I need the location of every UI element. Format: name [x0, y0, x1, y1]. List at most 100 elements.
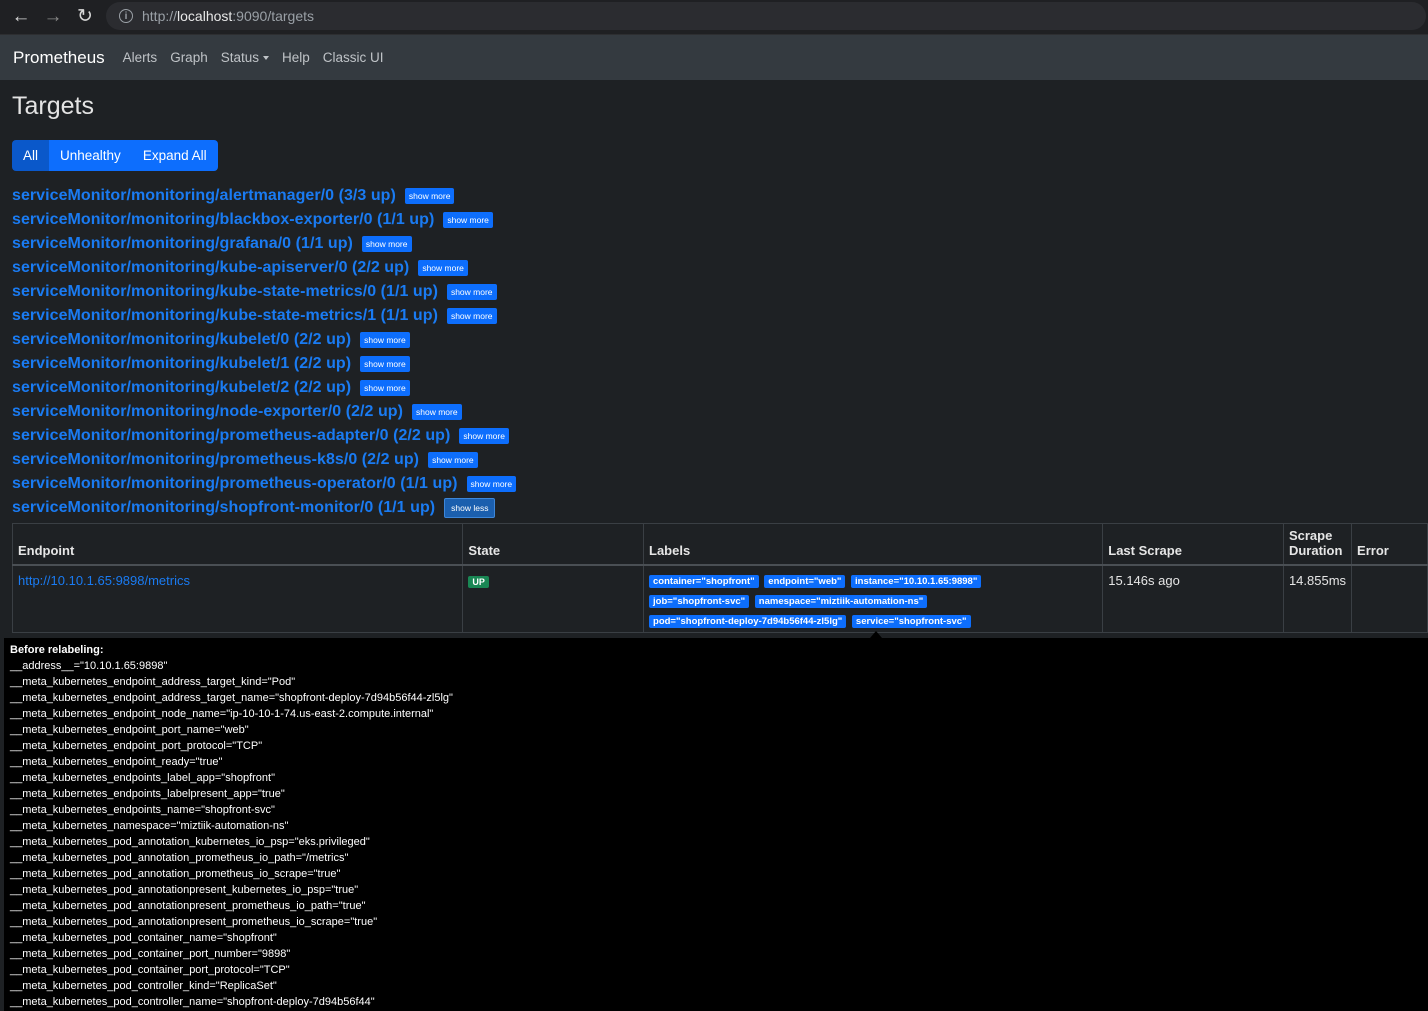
nav-classic-ui[interactable]: Classic UI: [323, 50, 384, 65]
show-more-button[interactable]: show more: [418, 260, 468, 276]
tooltip-line: __meta_kubernetes_pod_controller_name="s…: [10, 996, 375, 1008]
pool-row: serviceMonitor/monitoring/kube-apiserver…: [12, 256, 516, 280]
header-state: State: [462, 523, 645, 566]
show-more-button[interactable]: show more: [443, 212, 493, 228]
tooltip-line: __meta_kubernetes_pod_annotation_prometh…: [10, 852, 349, 864]
pool-row: serviceMonitor/monitoring/alertmanager/0…: [12, 184, 516, 208]
nav-graph[interactable]: Graph: [170, 50, 208, 65]
tooltip-line: __meta_kubernetes_pod_annotation_kuberne…: [10, 836, 370, 848]
targets-table: Endpoint State Labels Last Scrape Scrape…: [11, 523, 1428, 633]
tooltip-line: __meta_kubernetes_pod_annotationpresent_…: [10, 900, 366, 912]
header-error: Error: [1351, 523, 1428, 566]
header-endpoint: Endpoint: [11, 523, 464, 566]
labels-cell[interactable]: container="shopfront" endpoint="web" ins…: [643, 564, 1104, 633]
pool-link[interactable]: serviceMonitor/monitoring/blackbox-expor…: [12, 211, 434, 229]
nav-alerts[interactable]: Alerts: [123, 50, 158, 65]
pool-link[interactable]: serviceMonitor/monitoring/prometheus-ope…: [12, 475, 458, 493]
tooltip-line: __address__="10.10.1.65:9898": [10, 660, 168, 672]
show-more-button[interactable]: show more: [360, 380, 410, 396]
label-badge: job="shopfront-svc": [649, 595, 750, 608]
header-scrape-duration: Scrape Duration: [1282, 523, 1353, 566]
pool-link[interactable]: serviceMonitor/monitoring/prometheus-ada…: [12, 427, 450, 445]
tooltip-line: __meta_kubernetes_endpoint_address_targe…: [10, 676, 296, 688]
table-header-row: Endpoint State Labels Last Scrape Scrape…: [11, 523, 1428, 566]
filter-all-button[interactable]: All: [12, 140, 50, 171]
pool-row: serviceMonitor/monitoring/prometheus-k8s…: [12, 448, 516, 472]
show-more-button[interactable]: show more: [360, 332, 410, 348]
pool-link[interactable]: serviceMonitor/monitoring/shopfront-moni…: [12, 499, 435, 517]
show-more-button[interactable]: show more: [361, 236, 412, 252]
filter-button-group: All Unhealthy Expand All: [12, 140, 218, 171]
show-more-button[interactable]: show more: [404, 188, 455, 204]
tooltip-line: __meta_kubernetes_endpoint_node_name="ip…: [10, 708, 434, 720]
pool-link[interactable]: serviceMonitor/monitoring/kubelet/2 (2/2…: [12, 379, 351, 397]
show-more-button[interactable]: show more: [428, 452, 478, 468]
header-labels: Labels: [643, 523, 1104, 566]
pool-link[interactable]: serviceMonitor/monitoring/kubelet/0 (2/2…: [12, 331, 351, 349]
tooltip-heading: Before relabeling:: [10, 644, 104, 656]
last-scrape-cell: 15.146s ago: [1102, 564, 1284, 633]
pool-link[interactable]: serviceMonitor/monitoring/grafana/0 (1/1…: [12, 235, 353, 253]
label-badge: instance="10.10.1.65:9898": [851, 575, 982, 588]
error-cell: [1351, 564, 1428, 633]
state-badge: UP: [468, 576, 489, 588]
pool-link[interactable]: serviceMonitor/monitoring/kube-apiserver…: [12, 259, 409, 277]
tooltip-line: __meta_kubernetes_namespace="miztiik-aut…: [10, 820, 289, 832]
nav-status-dropdown[interactable]: Status: [221, 50, 269, 65]
tooltip-line: __meta_kubernetes_pod_controller_kind="R…: [10, 980, 277, 992]
show-more-button[interactable]: show more: [459, 428, 509, 444]
top-navbar: Prometheus Alerts Graph Status Help Clas…: [0, 35, 1428, 80]
nav-status-label: Status: [220, 50, 259, 65]
tooltip-line: __meta_kubernetes_pod_annotation_prometh…: [10, 868, 341, 880]
tooltip-line: __meta_kubernetes_endpoints_name="shopfr…: [10, 804, 275, 816]
pool-link[interactable]: serviceMonitor/monitoring/alertmanager/0…: [12, 187, 396, 205]
tooltip-line: __meta_kubernetes_endpoints_labelpresent…: [10, 788, 285, 800]
show-more-button[interactable]: show more: [360, 356, 410, 372]
back-arrow-icon[interactable]: ←: [10, 6, 32, 28]
label-badge: endpoint="web": [764, 575, 846, 588]
site-info-icon[interactable]: i: [119, 9, 133, 23]
pool-link[interactable]: serviceMonitor/monitoring/node-exporter/…: [12, 403, 403, 421]
tooltip-line: __meta_kubernetes_endpoint_ready="true": [10, 756, 223, 768]
header-scrape-duration-line1: Scrape: [1288, 528, 1333, 543]
scrape-duration-cell: 14.855ms: [1282, 564, 1353, 633]
filter-unhealthy-button[interactable]: Unhealthy: [49, 140, 132, 171]
show-more-button[interactable]: show more: [412, 404, 462, 420]
pool-row: serviceMonitor/monitoring/prometheus-ada…: [12, 424, 516, 448]
tooltip-line: __meta_kubernetes_pod_container_port_pro…: [10, 964, 290, 976]
show-more-button[interactable]: show more: [446, 284, 497, 300]
header-scrape-duration-line2: Duration: [1288, 543, 1343, 558]
pool-link[interactable]: serviceMonitor/monitoring/kubelet/1 (2/2…: [12, 355, 351, 373]
show-more-button[interactable]: show more: [466, 476, 517, 492]
label-badge: container="shopfront": [649, 575, 759, 588]
tooltip-arrow: [870, 631, 882, 638]
pool-row: serviceMonitor/monitoring/prometheus-ope…: [12, 472, 517, 496]
brand-link[interactable]: Prometheus: [13, 48, 105, 68]
address-bar[interactable]: i http://localhost:9090/targets: [106, 2, 1426, 30]
labels-tooltip: Before relabeling: __address__="10.10.1.…: [4, 638, 1428, 1011]
tooltip-line: __meta_kubernetes_pod_annotationpresent_…: [10, 884, 359, 896]
pool-link[interactable]: serviceMonitor/monitoring/kube-state-met…: [12, 307, 438, 325]
pool-link[interactable]: serviceMonitor/monitoring/kube-state-met…: [12, 283, 438, 301]
pool-row: serviceMonitor/monitoring/blackbox-expor…: [12, 208, 516, 232]
pool-row: serviceMonitor/monitoring/node-exporter/…: [12, 400, 516, 424]
label-badge: namespace="miztiik-automation-ns": [754, 595, 928, 608]
target-pool-list: serviceMonitor/monitoring/alertmanager/0…: [12, 184, 517, 520]
nav-help[interactable]: Help: [282, 50, 310, 65]
caret-down-icon: [263, 56, 269, 60]
forward-arrow-icon[interactable]: →: [42, 6, 64, 28]
label-badge: service="shopfront-svc": [851, 615, 971, 628]
endpoint-link[interactable]: http://10.10.1.65:9898/metrics: [18, 573, 190, 588]
header-last-scrape: Last Scrape: [1102, 523, 1284, 566]
expand-all-button[interactable]: Expand All: [131, 140, 218, 171]
label-badge: pod="shopfront-deploy-7d94b56f44-zl5lg": [649, 615, 847, 628]
tooltip-line: __meta_kubernetes_endpoint_port_protocol…: [10, 740, 263, 752]
show-more-button[interactable]: show more: [446, 308, 497, 324]
show-less-button[interactable]: show less: [444, 498, 496, 518]
pool-row: serviceMonitor/monitoring/kube-state-met…: [12, 304, 516, 328]
pool-row: serviceMonitor/monitoring/kubelet/2 (2/2…: [12, 376, 516, 400]
reload-icon[interactable]: ↻: [74, 6, 96, 28]
tooltip-line: __meta_kubernetes_endpoint_address_targe…: [10, 692, 453, 704]
pool-link[interactable]: serviceMonitor/monitoring/prometheus-k8s…: [12, 451, 419, 469]
page-title: Targets: [12, 92, 94, 120]
